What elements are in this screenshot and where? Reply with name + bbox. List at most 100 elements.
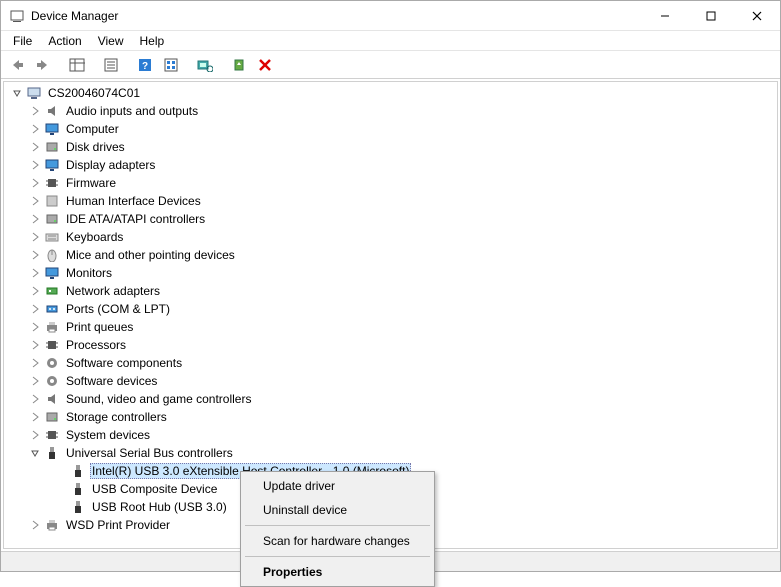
tree-category[interactable]: Software components (10, 354, 777, 372)
tree-category[interactable]: Audio inputs and outputs (10, 102, 777, 120)
context-menu-properties[interactable]: Properties (243, 560, 432, 584)
tree-category-label: Network adapters (64, 284, 162, 298)
tree-category[interactable]: IDE ATA/ATAPI controllers (10, 210, 777, 228)
chevron-right-icon[interactable] (28, 122, 42, 136)
tree-category-label: Audio inputs and outputs (64, 104, 200, 118)
device-category-icon (44, 247, 60, 263)
menu-separator (245, 556, 430, 557)
chevron-right-icon[interactable] (28, 518, 42, 532)
properties-button[interactable] (99, 53, 123, 77)
device-category-icon (44, 193, 60, 209)
window-controls (642, 1, 780, 31)
tree-category[interactable]: System devices (10, 426, 777, 444)
tree-category-label: WSD Print Provider (64, 518, 172, 532)
tree-category[interactable]: Display adapters (10, 156, 777, 174)
menu-help[interactable]: Help (132, 32, 173, 50)
tree-category[interactable]: Network adapters (10, 282, 777, 300)
device-category-icon (44, 265, 60, 281)
tree-category[interactable]: Disk drives (10, 138, 777, 156)
chevron-right-icon[interactable] (28, 266, 42, 280)
tree-category[interactable]: Sound, video and game controllers (10, 390, 777, 408)
device-category-icon (44, 175, 60, 191)
tree-category[interactable]: Keyboards (10, 228, 777, 246)
printer-icon (44, 517, 60, 533)
tree-category-label: Sound, video and game controllers (64, 392, 253, 406)
context-menu-uninstall-device[interactable]: Uninstall device (243, 498, 432, 522)
tree-category-label: Keyboards (64, 230, 125, 244)
tree-category[interactable]: Computer (10, 120, 777, 138)
chevron-right-icon[interactable] (28, 302, 42, 316)
tree-category[interactable]: Print queues (10, 318, 777, 336)
tree-category[interactable]: Storage controllers (10, 408, 777, 426)
tree-root[interactable]: CS20046074C01 (10, 84, 777, 102)
computer-icon (26, 85, 42, 101)
device-category-icon (44, 229, 60, 245)
device-category-icon (44, 103, 60, 119)
forward-button[interactable] (31, 53, 55, 77)
menu-file[interactable]: File (5, 32, 40, 50)
tree-category[interactable]: Human Interface Devices (10, 192, 777, 210)
tree-root-label: CS20046074C01 (46, 86, 142, 100)
scan-hardware-button[interactable] (193, 53, 217, 77)
context-menu-scan-hardware[interactable]: Scan for hardware changes (243, 529, 432, 553)
update-driver-button[interactable] (227, 53, 251, 77)
chevron-right-icon[interactable] (28, 194, 42, 208)
chevron-right-icon[interactable] (28, 284, 42, 298)
chevron-right-icon[interactable] (28, 428, 42, 442)
tree-category-label: IDE ATA/ATAPI controllers (64, 212, 207, 226)
show-hide-tree-button[interactable] (65, 53, 89, 77)
device-category-icon (44, 355, 60, 371)
chevron-down-icon[interactable] (28, 446, 42, 460)
chevron-right-icon[interactable] (28, 158, 42, 172)
tree-category[interactable]: Monitors (10, 264, 777, 282)
tree-category-label: Disk drives (64, 140, 127, 154)
svg-text:?: ? (142, 61, 148, 72)
chevron-right-icon[interactable] (28, 338, 42, 352)
window-title: Device Manager (31, 9, 642, 23)
toolbar: ? (1, 51, 780, 79)
chevron-right-icon[interactable] (28, 230, 42, 244)
tree-category-label: Computer (64, 122, 121, 136)
tree-category[interactable]: Firmware (10, 174, 777, 192)
tree-category[interactable]: Mice and other pointing devices (10, 246, 777, 264)
chevron-right-icon[interactable] (28, 104, 42, 118)
tree-category-label: Firmware (64, 176, 118, 190)
context-menu-update-driver[interactable]: Update driver (243, 474, 432, 498)
device-category-icon (44, 157, 60, 173)
tree-category[interactable]: Software devices (10, 372, 777, 390)
back-button[interactable] (5, 53, 29, 77)
usb-icon (44, 445, 60, 461)
tree-category[interactable]: Ports (COM & LPT) (10, 300, 777, 318)
chevron-right-icon[interactable] (28, 374, 42, 388)
tree-category-label: Software devices (64, 374, 159, 388)
tree-item-label: USB Root Hub (USB 3.0) (90, 500, 229, 514)
uninstall-device-button[interactable] (253, 53, 277, 77)
menu-bar: File Action View Help (1, 31, 780, 51)
titlebar: Device Manager (1, 1, 780, 31)
tree-category-label: System devices (64, 428, 152, 442)
chevron-right-icon[interactable] (28, 410, 42, 424)
action-menu-button[interactable] (159, 53, 183, 77)
tree-category-label: Processors (64, 338, 128, 352)
chevron-down-icon[interactable] (10, 86, 24, 100)
close-button[interactable] (734, 1, 780, 31)
tree-category-label: Human Interface Devices (64, 194, 203, 208)
chevron-right-icon[interactable] (28, 140, 42, 154)
device-category-icon (44, 139, 60, 155)
maximize-button[interactable] (688, 1, 734, 31)
chevron-right-icon[interactable] (28, 212, 42, 226)
chevron-right-icon[interactable] (28, 392, 42, 406)
minimize-button[interactable] (642, 1, 688, 31)
device-category-icon (44, 319, 60, 335)
menu-view[interactable]: View (90, 32, 132, 50)
help-button[interactable]: ? (133, 53, 157, 77)
device-category-icon (44, 409, 60, 425)
chevron-right-icon[interactable] (28, 320, 42, 334)
chevron-right-icon[interactable] (28, 176, 42, 190)
tree-category[interactable]: Processors (10, 336, 777, 354)
menu-action[interactable]: Action (40, 32, 89, 50)
chevron-right-icon[interactable] (28, 356, 42, 370)
chevron-right-icon[interactable] (28, 248, 42, 262)
device-category-icon (44, 211, 60, 227)
tree-category-usb[interactable]: Universal Serial Bus controllers (10, 444, 777, 462)
